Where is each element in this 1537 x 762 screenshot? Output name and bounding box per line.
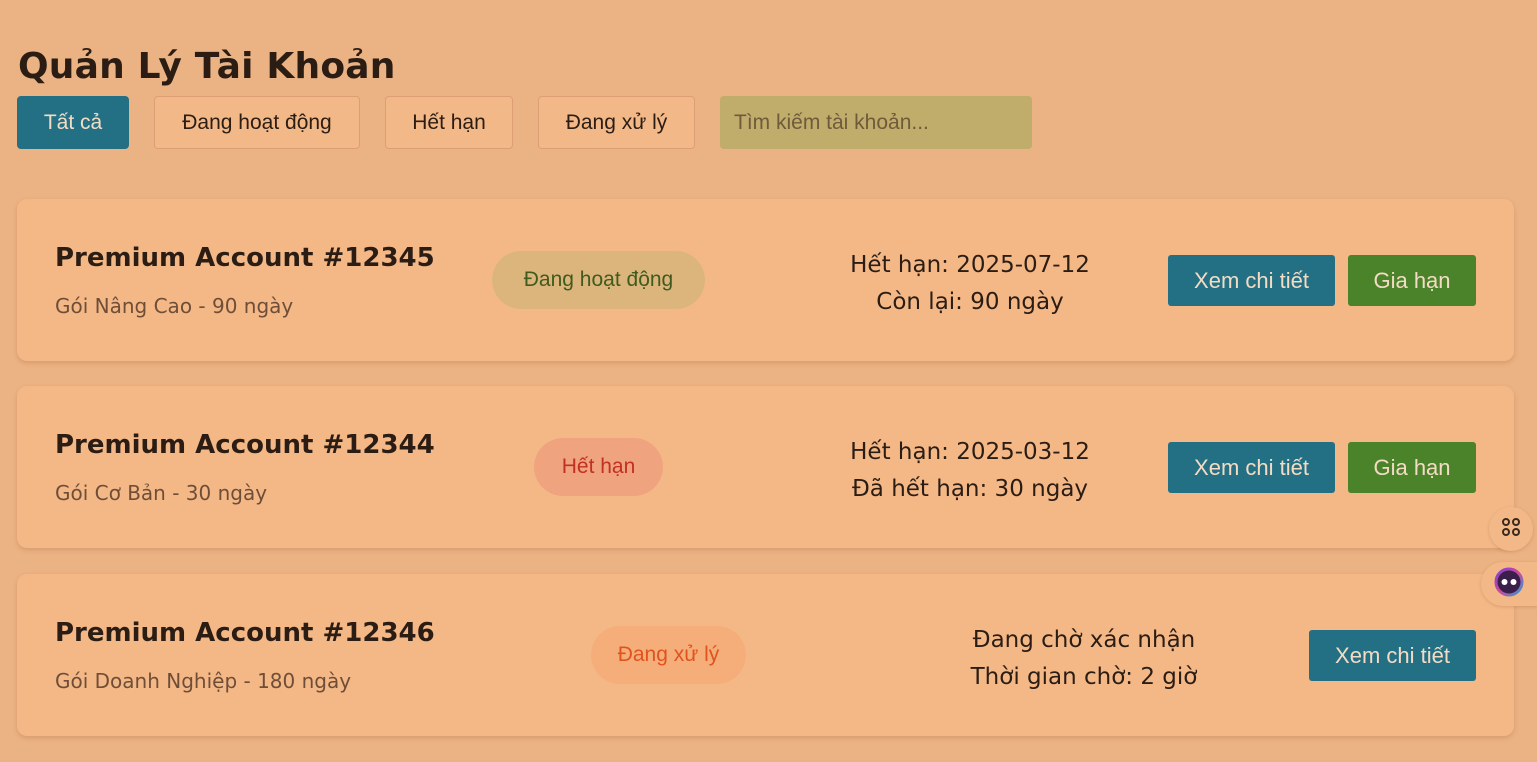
account-title: Premium Account #12345: [55, 243, 435, 273]
status-badge: Đang xử lý: [591, 626, 746, 684]
filter-expired-button[interactable]: Hết hạn: [385, 96, 513, 149]
account-pending-info: Đang chờ xác nhận Thời gian chờ: 2 giờ: [934, 622, 1234, 696]
assistant-face-icon: [1493, 566, 1525, 602]
filter-active-button[interactable]: Đang hoạt động: [154, 96, 360, 149]
filter-all-button[interactable]: Tất cả: [17, 96, 129, 149]
view-details-button[interactable]: Xem chi tiết: [1309, 630, 1476, 681]
account-card-12345: Premium Account #12345 Gói Nâng Cao - 90…: [17, 199, 1514, 361]
remaining-days: Còn lại: 90 ngày: [876, 289, 1064, 315]
wait-time: Thời gian chờ: 2 giờ: [970, 664, 1198, 690]
account-plan: Gói Nâng Cao - 90 ngày: [55, 294, 294, 318]
view-details-button[interactable]: Xem chi tiết: [1168, 442, 1335, 493]
pending-status: Đang chờ xác nhận: [972, 627, 1196, 653]
expiry-date: Hết hạn: 2025-03-12: [850, 439, 1090, 465]
account-title: Premium Account #12344: [55, 430, 435, 460]
expired-days: Đã hết hạn: 30 ngày: [851, 476, 1089, 502]
renew-button[interactable]: Gia hạn: [1348, 442, 1476, 493]
view-details-button[interactable]: Xem chi tiết: [1168, 255, 1335, 306]
apps-grid-button[interactable]: [1489, 507, 1533, 551]
assistant-button[interactable]: [1481, 562, 1537, 606]
account-management-page: Quản Lý Tài Khoản Tất cả Đang hoạt động …: [0, 0, 1537, 762]
status-badge: Đang hoạt động: [492, 251, 705, 309]
account-plan: Gói Doanh Nghiệp - 180 ngày: [55, 669, 352, 693]
account-expiry-info: Hết hạn: 2025-07-12 Còn lại: 90 ngày: [820, 247, 1120, 321]
expiry-date: Hết hạn: 2025-07-12: [850, 252, 1090, 278]
apps-grid-icon: [1500, 516, 1522, 542]
status-badge: Hết hạn: [534, 438, 663, 496]
filter-pending-button[interactable]: Đang xử lý: [538, 96, 695, 149]
account-card-12344: Premium Account #12344 Gói Cơ Bản - 30 n…: [17, 386, 1514, 548]
account-title: Premium Account #12346: [55, 618, 435, 648]
page-title: Quản Lý Tài Khoản: [18, 46, 396, 87]
account-search-input[interactable]: [720, 96, 1032, 149]
renew-button[interactable]: Gia hạn: [1348, 255, 1476, 306]
account-expiry-info: Hết hạn: 2025-03-12 Đã hết hạn: 30 ngày: [820, 434, 1120, 508]
filter-bar: Tất cả Đang hoạt động Hết hạn Đang xử lý: [17, 96, 1032, 149]
account-card-12346: Premium Account #12346 Gói Doanh Nghiệp …: [17, 574, 1514, 736]
account-plan: Gói Cơ Bản - 30 ngày: [55, 481, 268, 505]
